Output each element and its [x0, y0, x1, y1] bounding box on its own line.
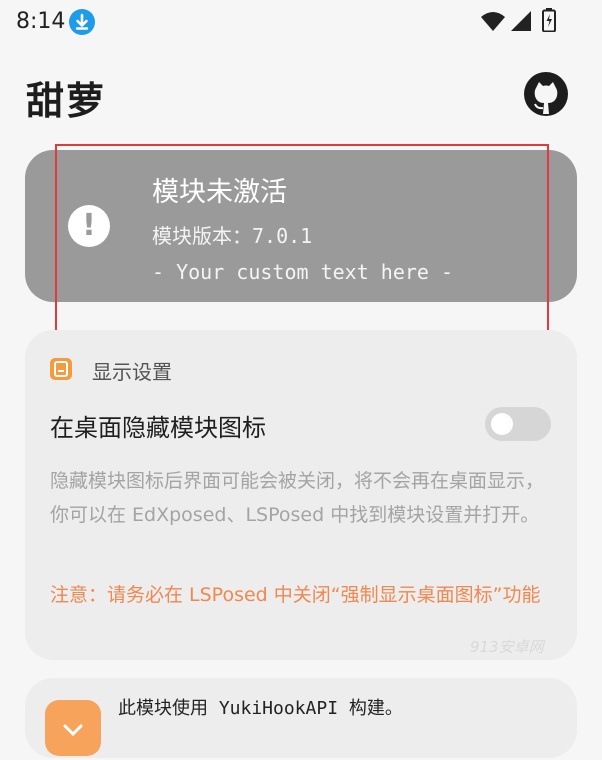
- hide-icon-description: 隐藏模块图标后界面可能会被关闭，将不会再在桌面显示，你可以在 EdXposed、…: [50, 470, 545, 526]
- app-title: 甜萝: [26, 79, 107, 123]
- watermark: 913安卓网: [470, 638, 544, 656]
- exclamation-icon: !: [68, 205, 110, 247]
- lsposed-warning: 注意：请务必在 LSPosed 中关闭“强制显示桌面图标”功能: [50, 584, 541, 606]
- github-icon[interactable]: [522, 70, 570, 118]
- hide-icon-label: 在桌面隐藏模块图标: [50, 414, 266, 442]
- info-card: 此模块使用 YukiHookAPI 构建。: [25, 678, 577, 758]
- module-status-title: 模块未激活: [152, 177, 287, 208]
- hide-icon-toggle[interactable]: [485, 407, 551, 441]
- yuki-hook-icon: [45, 700, 101, 756]
- custom-text: - Your custom text here -: [152, 260, 454, 284]
- section-label: 显示设置: [92, 360, 172, 384]
- footer-text: 此模块使用 YukiHookAPI 构建。: [118, 698, 403, 719]
- wifi-icon: [480, 10, 506, 36]
- display-settings-card: 显示设置 在桌面隐藏模块图标 隐藏模块图标后界面可能会被关闭，将不会再在桌面显示…: [25, 330, 577, 660]
- status-bar: 8:14: [0, 0, 602, 44]
- module-version: 模块版本：7.0.1: [152, 224, 313, 248]
- display-settings-icon: [50, 358, 72, 380]
- toggle-knob: [491, 413, 513, 435]
- status-time: 8:14: [16, 9, 66, 34]
- download-icon: [69, 9, 95, 35]
- battery-icon: [542, 8, 556, 36]
- module-status-card[interactable]: ! 模块未激活 模块版本：7.0.1 - Your custom text he…: [25, 150, 577, 302]
- signal-icon: [510, 10, 532, 36]
